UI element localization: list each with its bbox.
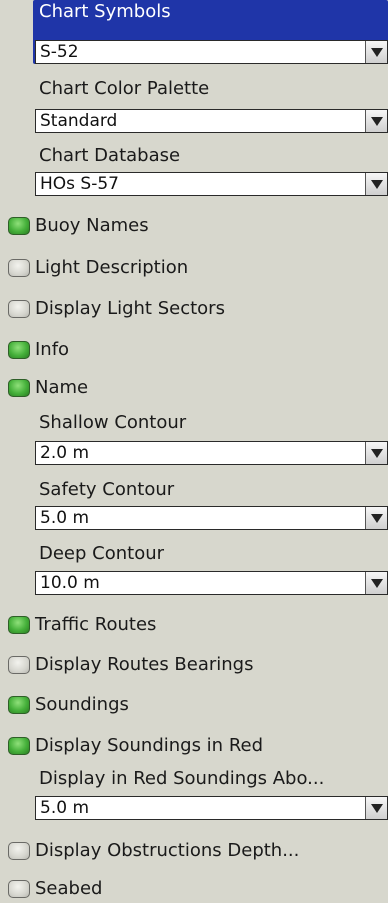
green-led-indicator-icon: [8, 341, 30, 359]
chart-database-label: Chart Database: [39, 145, 181, 166]
light-description-toggle[interactable]: Light Description: [8, 254, 388, 282]
gray-led-indicator-icon: [8, 880, 30, 898]
chart-color-palette-value: Standard: [40, 111, 118, 131]
shallow-contour-group: Shallow Contour 2.0 m: [33, 408, 388, 472]
green-led-indicator-icon: [8, 737, 30, 755]
safety-contour-value: 5.0 m: [40, 508, 89, 528]
display-soundings-in-red-label: Display Soundings in Red: [35, 735, 264, 756]
green-led-indicator-icon: [8, 379, 30, 397]
buoy-names-toggle[interactable]: Buoy Names: [8, 212, 388, 240]
name-toggle[interactable]: Name: [8, 374, 388, 402]
deep-contour-group: Deep Contour 10.0 m: [33, 537, 388, 601]
shallow-contour-dropdown[interactable]: 2.0 m: [35, 441, 388, 465]
chevron-down-icon[interactable]: [365, 442, 387, 464]
gray-led-indicator-icon: [8, 300, 30, 318]
chart-database-value: HOs S-57: [40, 174, 119, 194]
display-red-soundings-above-group: Display in Red Soundings Abo... 5.0 m: [33, 764, 388, 826]
chart-settings-panel: Chart Symbols S-52 Chart Color Palette S…: [0, 0, 388, 899]
light-description-label: Light Description: [35, 257, 189, 278]
display-obstructions-depth-toggle[interactable]: Display Obstructions Depth...: [8, 837, 388, 865]
chart-color-palette-dropdown[interactable]: Standard: [35, 109, 388, 133]
chart-symbols-group[interactable]: Chart Symbols S-52: [33, 0, 388, 66]
chevron-down-icon[interactable]: [365, 572, 387, 594]
chart-symbols-dropdown[interactable]: S-52: [35, 40, 388, 64]
name-label: Name: [35, 377, 89, 398]
display-obstructions-depth-label: Display Obstructions Depth...: [35, 840, 300, 861]
chevron-down-icon[interactable]: [365, 173, 387, 195]
chart-symbols-value: S-52: [40, 42, 79, 62]
green-led-indicator-icon: [8, 616, 30, 634]
chevron-down-icon[interactable]: [365, 41, 387, 63]
deep-contour-value: 10.0 m: [40, 573, 100, 593]
display-red-soundings-above-value: 5.0 m: [40, 798, 89, 818]
chart-database-dropdown[interactable]: HOs S-57: [35, 172, 388, 196]
chevron-down-icon[interactable]: [365, 110, 387, 132]
chart-symbols-label: Chart Symbols: [39, 1, 171, 22]
chart-database-group: Chart Database HOs S-57: [33, 140, 388, 202]
traffic-routes-label: Traffic Routes: [35, 614, 157, 635]
display-routes-bearings-label: Display Routes Bearings: [35, 654, 254, 675]
info-label: Info: [35, 339, 70, 360]
deep-contour-dropdown[interactable]: 10.0 m: [35, 571, 388, 595]
chevron-down-icon[interactable]: [365, 507, 387, 529]
shallow-contour-label: Shallow Contour: [39, 412, 187, 433]
display-light-sectors-toggle[interactable]: Display Light Sectors: [8, 295, 388, 323]
gray-led-indicator-icon: [8, 842, 30, 860]
safety-contour-label: Safety Contour: [39, 479, 175, 500]
display-routes-bearings-toggle[interactable]: Display Routes Bearings: [8, 651, 388, 679]
soundings-label: Soundings: [35, 694, 129, 715]
display-red-soundings-above-label: Display in Red Soundings Abo...: [39, 768, 325, 789]
display-red-soundings-above-dropdown[interactable]: 5.0 m: [35, 796, 388, 820]
display-light-sectors-label: Display Light Sectors: [35, 298, 225, 319]
gray-led-indicator-icon: [8, 656, 30, 674]
buoy-names-label: Buoy Names: [35, 215, 149, 236]
chevron-down-icon[interactable]: [365, 797, 387, 819]
seabed-label: Seabed: [35, 878, 103, 899]
traffic-routes-toggle[interactable]: Traffic Routes: [8, 611, 388, 639]
info-toggle[interactable]: Info: [8, 336, 388, 364]
deep-contour-label: Deep Contour: [39, 543, 165, 564]
safety-contour-dropdown[interactable]: 5.0 m: [35, 506, 388, 530]
display-soundings-in-red-toggle[interactable]: Display Soundings in Red: [8, 732, 388, 760]
green-led-indicator-icon: [8, 696, 30, 714]
chart-color-palette-group: Chart Color Palette Standard: [33, 74, 388, 136]
gray-led-indicator-icon: [8, 259, 30, 277]
green-led-indicator-icon: [8, 217, 30, 235]
chart-color-palette-label: Chart Color Palette: [39, 78, 210, 99]
safety-contour-group: Safety Contour 5.0 m: [33, 474, 388, 536]
shallow-contour-value: 2.0 m: [40, 443, 89, 463]
soundings-toggle[interactable]: Soundings: [8, 691, 388, 719]
